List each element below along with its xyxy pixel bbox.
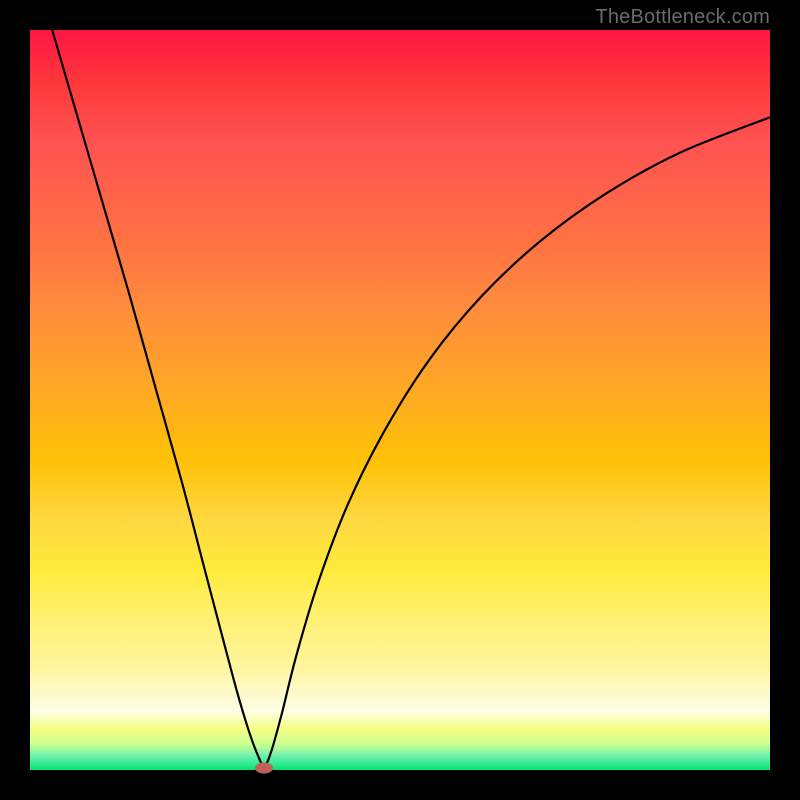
bottleneck-curve: [30, 30, 770, 770]
watermark-text: TheBottleneck.com: [595, 6, 770, 29]
minimum-marker: [255, 762, 273, 773]
chart-container: TheBottleneck.com: [0, 0, 800, 800]
plot-area: [30, 30, 770, 770]
